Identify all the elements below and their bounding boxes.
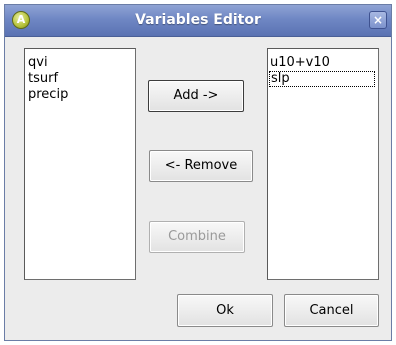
list-item[interactable]: u10+v10 <box>270 55 378 71</box>
combine-button[interactable]: Combine <box>149 221 245 253</box>
window-title: Variables Editor <box>135 12 261 28</box>
list-item-focused[interactable]: slp <box>269 71 375 87</box>
cancel-button[interactable]: Cancel <box>284 294 379 327</box>
list-item[interactable]: precip <box>28 87 135 103</box>
close-icon[interactable]: × <box>369 11 387 29</box>
available-variables-list[interactable]: qvi tsurf precip <box>24 48 136 280</box>
list-item[interactable]: qvi <box>28 55 135 71</box>
add-button[interactable]: Add -> <box>148 80 244 112</box>
ok-button[interactable]: Ok <box>177 294 273 327</box>
remove-button[interactable]: <- Remove <box>149 150 253 182</box>
list-item[interactable]: tsurf <box>28 71 135 87</box>
selected-variables-list[interactable]: u10+v10 slp <box>267 48 379 280</box>
title-bar[interactable]: A Variables Editor × <box>5 5 391 37</box>
